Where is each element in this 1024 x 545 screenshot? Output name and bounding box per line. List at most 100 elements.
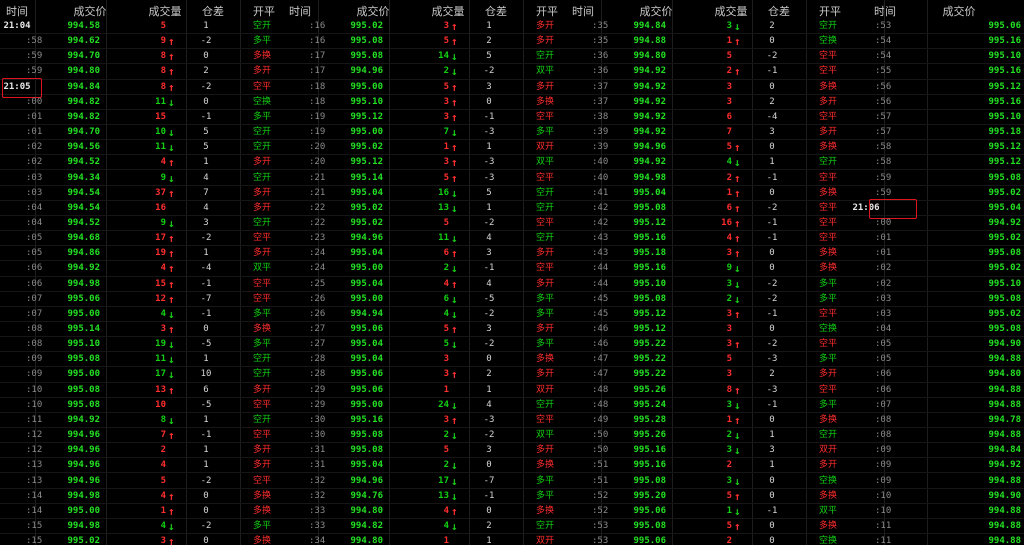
table-row[interactable]: :08 994.78	[849, 413, 1024, 429]
table-row[interactable]: :46 995.22 3 ↑ -2 空平	[566, 337, 849, 353]
table-row[interactable]: :08 994.88	[849, 428, 1024, 444]
column-header[interactable]: 时间	[566, 4, 600, 19]
table-row[interactable]: :00 994.82 11 ↓ 0 空换	[0, 95, 283, 110]
table-row[interactable]: :07 994.88	[849, 398, 1024, 413]
table-row[interactable]: :11 994.88	[849, 519, 1024, 535]
table-row[interactable]: :39 994.92 7 3 多开	[566, 125, 849, 141]
table-row[interactable]: :48 995.24 3 ↓ -1 多平	[566, 398, 849, 413]
table-row[interactable]: :18 995.00 5 ↑ 3 多开	[283, 80, 566, 95]
table-row[interactable]: :05 994.86 19 ↑ 1 多开	[0, 246, 283, 262]
table-row[interactable]: :59 995.08	[849, 171, 1024, 186]
table-row[interactable]: :04 995.08	[849, 322, 1024, 338]
table-row[interactable]: :36 994.80 5 -2 空平	[566, 49, 849, 65]
column-header[interactable]: 开平	[246, 4, 282, 19]
table-row[interactable]: :28 995.06 3 ↑ 2 多开	[283, 367, 566, 383]
table-row[interactable]: :09 995.00 17 ↓ 10 空开	[0, 367, 283, 383]
table-row[interactable]: :50 995.26 2 ↓ 1 空开	[566, 428, 849, 444]
table-row[interactable]: :36 994.92 2 ↑ -1 空平	[566, 64, 849, 80]
table-row[interactable]: :19 995.12 3 ↑ -1 空平	[283, 110, 566, 126]
table-row[interactable]: :04 994.54 16 4 多开	[0, 201, 283, 216]
table-row[interactable]: :15 994.98 4 ↓ -2 多平	[0, 519, 283, 535]
table-row[interactable]: :56 995.16	[849, 95, 1024, 110]
table-row[interactable]: :17 994.96 2 ↓ -2 双平	[283, 64, 566, 80]
table-row[interactable]: :11 994.92 8 ↓ 1 空开	[0, 413, 283, 429]
column-header[interactable]: 仓差	[476, 4, 516, 19]
table-row[interactable]: :33 994.80 4 ↑ 0 多换	[283, 504, 566, 519]
table-row[interactable]: :03 995.02	[849, 307, 1024, 322]
column-header[interactable]: 时间	[865, 4, 905, 19]
table-row[interactable]: :23 994.96 11 ↓ 4 空开	[283, 231, 566, 247]
column-header[interactable]: 成交价	[626, 4, 686, 19]
table-row[interactable]: :57 995.18	[849, 125, 1024, 141]
table-row[interactable]: :29 995.06 1 1 双开	[283, 383, 566, 398]
table-row[interactable]: :52 995.06 1 ↓ -1 双平	[566, 504, 849, 519]
table-row[interactable]: :53 995.08 5 ↑ 0 多换	[566, 519, 849, 535]
table-row[interactable]: :25 995.04 4 ↑ 4 多开	[283, 277, 566, 292]
table-row[interactable]: :31 995.08 5 3 多开	[283, 443, 566, 459]
table-row[interactable]: :58 994.62 9 ↑ -2 多平	[0, 34, 283, 50]
table-row[interactable]: :47 995.22 3 2 多开	[566, 367, 849, 383]
table-row[interactable]: :01 995.08	[849, 246, 1024, 262]
table-row[interactable]: :26 994.94 4 ↓ -2 多平	[283, 307, 566, 322]
table-row[interactable]: :27 995.04 5 ↓ -2 多平	[283, 337, 566, 353]
table-row[interactable]: :01 995.02	[849, 231, 1024, 247]
table-row[interactable]: :32 994.76 13 ↓ -1 多平	[283, 489, 566, 504]
column-header[interactable]: 开平	[812, 4, 848, 19]
table-row[interactable]: :33 994.82 4 ↓ 2 空开	[283, 519, 566, 535]
table-row[interactable]: 21:05 994.84 8 ↑ -2 空平	[0, 80, 283, 95]
table-row[interactable]: :51 995.16 2 1 多开	[566, 458, 849, 474]
table-row[interactable]: :11 994.88	[849, 534, 1024, 545]
table-row[interactable]: :34 994.80 1 1 双开	[283, 534, 566, 545]
table-row[interactable]: :56 995.12	[849, 80, 1024, 95]
table-row[interactable]: :57 995.10	[849, 110, 1024, 126]
table-row[interactable]: :01 994.70 10 ↓ 5 空开	[0, 125, 283, 141]
table-row[interactable]: :26 995.00 6 ↓ -5 多平	[283, 292, 566, 307]
table-row[interactable]: :18 995.10 3 ↑ 0 多换	[283, 95, 566, 110]
table-row[interactable]: :21 995.04 16 ↓ 5 空开	[283, 186, 566, 201]
table-row[interactable]: :12 994.96 2 1 多开	[0, 443, 283, 459]
table-row[interactable]: :52 995.20 5 ↑ 0 多换	[566, 489, 849, 504]
table-row[interactable]: :08 995.14 3 ↑ 0 多换	[0, 322, 283, 338]
table-row[interactable]: :14 995.00 1 ↑ 0 多换	[0, 504, 283, 519]
table-row[interactable]: :24 995.00 2 ↓ -1 空平	[283, 261, 566, 277]
column-header[interactable]: 成交价	[60, 4, 120, 19]
table-row[interactable]: :43 995.16 4 ↑ -1 空平	[566, 231, 849, 247]
table-row[interactable]: :37 994.92 3 0 多换	[566, 80, 849, 95]
table-row[interactable]: :58 995.12	[849, 155, 1024, 171]
table-row[interactable]: :02 994.56 11 ↓ 5 空开	[0, 140, 283, 156]
column-header[interactable]: 时间	[0, 4, 34, 19]
table-row[interactable]: :30 995.16 3 ↑ -3 空平	[283, 413, 566, 429]
table-row[interactable]: :41 995.04 1 ↑ 0 多换	[566, 186, 849, 201]
table-row[interactable]: :05 994.88	[849, 352, 1024, 368]
table-row[interactable]: :06 994.88	[849, 383, 1024, 398]
table-row[interactable]: :54 995.16	[849, 34, 1024, 50]
table-row[interactable]: :13 994.96 5 -2 空平	[0, 474, 283, 489]
table-row[interactable]: :53 995.06 2 0 空换	[566, 534, 849, 545]
table-row[interactable]: :05 994.90	[849, 337, 1024, 353]
column-header[interactable]: 开平	[529, 4, 565, 19]
column-header[interactable]: 时间	[283, 4, 317, 19]
table-row[interactable]: :54 995.10	[849, 49, 1024, 65]
table-row[interactable]: :38 994.92 6 -4 空平	[566, 110, 849, 126]
table-row[interactable]: :14 994.98 4 ↑ 0 多换	[0, 489, 283, 504]
table-row[interactable]: :09 994.92	[849, 458, 1024, 474]
table-row[interactable]: :16 995.02 3 ↑ 1 多开	[283, 19, 566, 35]
table-row[interactable]: :09 995.08 11 ↓ 1 空开	[0, 352, 283, 368]
table-row[interactable]: :22 995.02 5 -2 空平	[283, 216, 566, 232]
table-row[interactable]: :42 995.12 16 ↑ -1 空平	[566, 216, 849, 232]
table-row[interactable]: :16 995.08 5 ↑ 2 多开	[283, 34, 566, 50]
table-row[interactable]: :20 995.12 3 ↑ -3 双平	[283, 155, 566, 171]
table-row[interactable]: :37 994.92 3 2 多开	[566, 95, 849, 110]
table-row[interactable]: :48 995.26 8 ↑ -3 空平	[566, 383, 849, 398]
table-row[interactable]: :53 995.06	[849, 19, 1024, 35]
table-row[interactable]: :45 995.12 3 ↑ -1 空平	[566, 307, 849, 322]
table-row[interactable]: :27 995.06 5 ↑ 3 多开	[283, 322, 566, 338]
table-row[interactable]: :19 995.00 7 ↓ -3 多平	[283, 125, 566, 141]
table-row[interactable]: :29 995.00 24 ↓ 4 空开	[283, 398, 566, 413]
table-row[interactable]: :40 994.98 2 ↑ -1 空平	[566, 171, 849, 186]
table-row[interactable]: :08 995.10 19 ↓ -5 多平	[0, 337, 283, 353]
table-row[interactable]: :35 994.84 3 ↓ 2 空开	[566, 19, 849, 35]
column-header[interactable]: 仓差	[759, 4, 799, 19]
table-row[interactable]: :31 995.04 2 ↓ 0 多换	[283, 458, 566, 474]
column-header[interactable]: 成交量	[423, 4, 473, 19]
